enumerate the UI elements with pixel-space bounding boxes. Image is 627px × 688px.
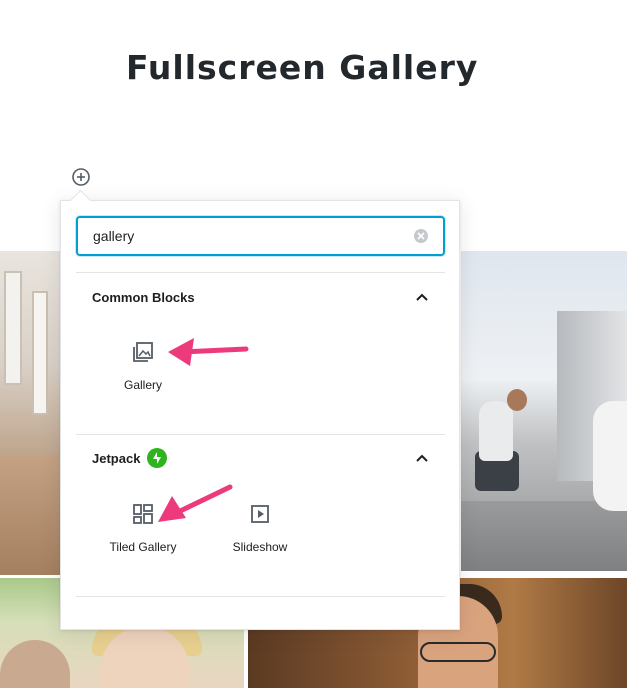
section-header-common-blocks[interactable]: Common Blocks — [76, 286, 445, 308]
clear-icon[interactable] — [414, 229, 428, 243]
divider — [76, 272, 445, 273]
chevron-up-icon[interactable] — [415, 451, 429, 465]
block-search-field — [76, 216, 445, 256]
jetpack-bolt-icon — [147, 448, 168, 468]
annotation-arrow — [168, 338, 249, 366]
divider — [76, 434, 445, 435]
section-title: Common Blocks — [92, 289, 195, 305]
block-inserter-panel: Common Blocks Gallery Jetpack — [60, 200, 460, 630]
annotation-arrow — [158, 484, 233, 522]
plus-circle-icon[interactable] — [71, 167, 91, 187]
page-title: Fullscreen Gallery — [126, 48, 479, 87]
gallery-photo-racetrack — [461, 251, 627, 571]
block-search-input[interactable] — [93, 221, 393, 251]
block-label: Gallery — [123, 378, 162, 392]
slideshow-icon — [248, 502, 272, 526]
gallery-photo-interior — [0, 251, 60, 575]
tiled-gallery-icon — [131, 502, 155, 526]
block-label: Slideshow — [232, 540, 288, 554]
section-title: Jetpack — [92, 450, 141, 466]
section-header-jetpack[interactable]: Jetpack — [76, 447, 445, 469]
divider — [76, 596, 445, 597]
gallery-icon — [131, 340, 155, 364]
block-label: Tiled Gallery — [109, 540, 177, 554]
chevron-up-icon[interactable] — [415, 290, 429, 304]
